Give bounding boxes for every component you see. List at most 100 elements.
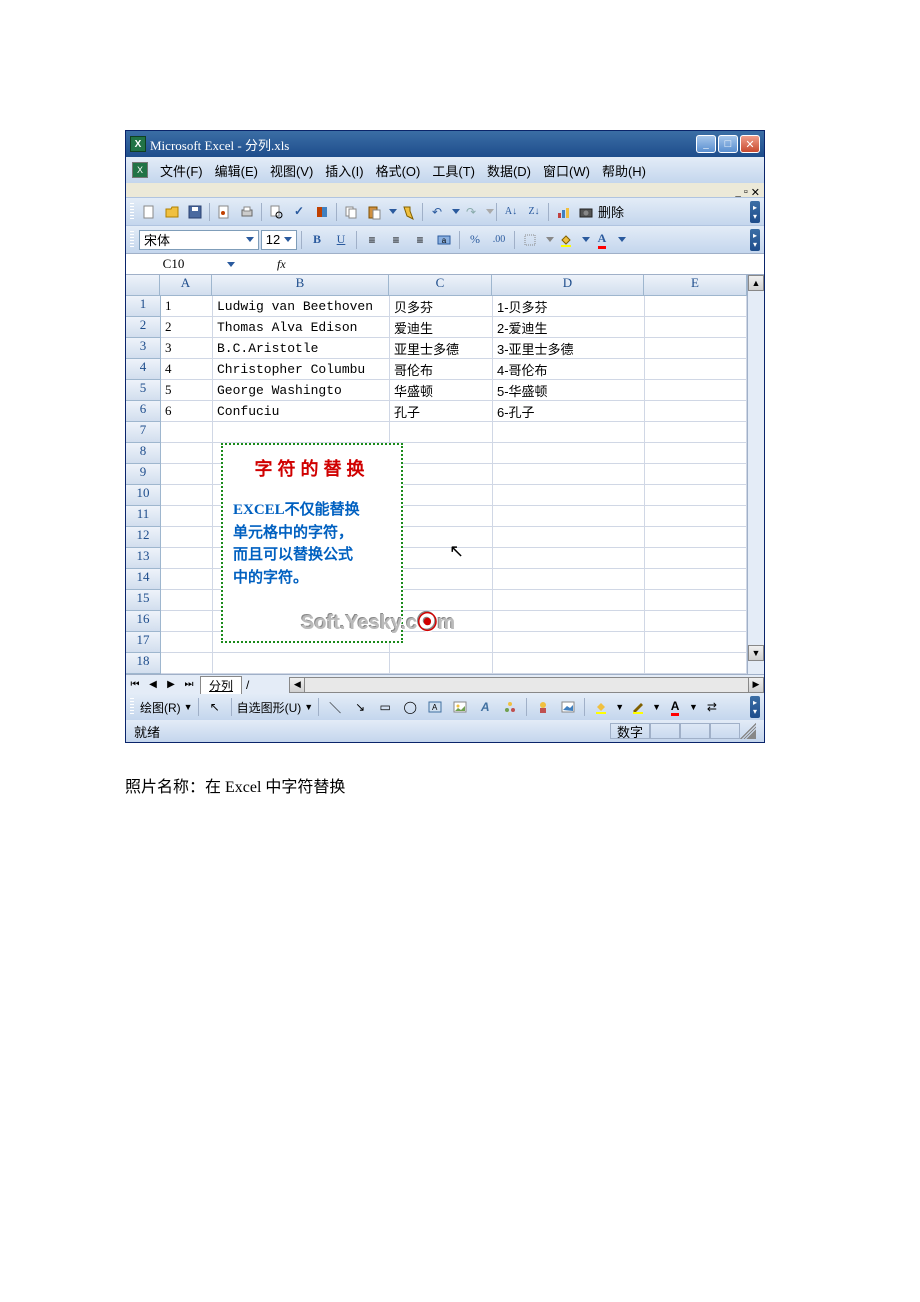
cell[interactable]: 5-华盛顿 <box>493 380 645 401</box>
cell[interactable] <box>493 527 645 548</box>
oval-icon[interactable]: ◯ <box>399 696 421 718</box>
row-header[interactable]: 8 <box>126 443 160 464</box>
font-color-dropdown-icon[interactable]: ▼ <box>689 702 698 712</box>
column-header-e[interactable]: E <box>644 275 747 296</box>
cell[interactable] <box>161 527 213 548</box>
column-header-d[interactable]: D <box>492 275 644 296</box>
cell[interactable] <box>390 506 493 527</box>
cell[interactable] <box>645 464 747 485</box>
fill-color-icon[interactable] <box>590 696 612 718</box>
cell[interactable] <box>161 653 213 674</box>
select-all-cell[interactable] <box>126 275 160 296</box>
sort-asc-icon[interactable]: A↓ <box>500 201 522 223</box>
prev-sheet-button[interactable]: ◀ <box>144 676 162 694</box>
cell[interactable] <box>645 653 747 674</box>
autoshapes-menu[interactable]: 自选图形(U) <box>237 699 302 716</box>
line-icon[interactable]: ＼ <box>324 696 346 718</box>
new-icon[interactable] <box>138 201 160 223</box>
redo-icon[interactable]: ↷ <box>460 201 482 223</box>
cell[interactable] <box>213 422 390 443</box>
chart-icon[interactable] <box>552 201 574 223</box>
align-right-icon[interactable]: ≡ <box>409 229 431 251</box>
arrows-style-icon[interactable]: ⇄ <box>701 696 723 718</box>
cell[interactable] <box>645 317 747 338</box>
row-header[interactable]: 10 <box>126 485 160 506</box>
cell[interactable] <box>493 590 645 611</box>
copy-icon[interactable] <box>340 201 362 223</box>
row-header[interactable]: 16 <box>126 611 160 632</box>
cell[interactable]: 华盛顿 <box>390 380 493 401</box>
cell[interactable] <box>645 485 747 506</box>
redo-dropdown-icon[interactable] <box>483 201 493 223</box>
next-sheet-button[interactable]: ▶ <box>162 676 180 694</box>
minimize-button[interactable]: _ <box>696 135 716 153</box>
open-icon[interactable] <box>161 201 183 223</box>
menu-edit[interactable]: 编辑(E) <box>209 159 264 182</box>
rectangle-icon[interactable]: ▭ <box>374 696 396 718</box>
scroll-left-button[interactable]: ◀ <box>289 677 305 693</box>
menu-insert[interactable]: 插入(I) <box>319 159 369 182</box>
line-color-dropdown-icon[interactable]: ▼ <box>652 702 661 712</box>
scroll-up-button[interactable]: ▲ <box>748 275 764 291</box>
cell[interactable] <box>161 422 213 443</box>
font-name-select[interactable]: 宋体 <box>139 230 259 250</box>
cell[interactable]: Thomas Alva Edison <box>213 317 390 338</box>
menu-format[interactable]: 格式(O) <box>370 159 427 182</box>
cell[interactable]: 6-孔子 <box>493 401 645 422</box>
cell[interactable]: 5 <box>161 380 213 401</box>
cell[interactable] <box>645 401 747 422</box>
cell[interactable] <box>493 464 645 485</box>
cell[interactable]: 4 <box>161 359 213 380</box>
cell[interactable]: 4-哥伦布 <box>493 359 645 380</box>
diagram-icon[interactable] <box>499 696 521 718</box>
row-header[interactable]: 12 <box>126 527 160 548</box>
sort-desc-icon[interactable]: Z↓ <box>523 201 545 223</box>
fx-label[interactable]: fx <box>277 257 286 272</box>
row-header[interactable]: 13 <box>126 548 160 569</box>
cell[interactable] <box>645 632 747 653</box>
last-sheet-button[interactable]: ⏭ <box>180 676 198 694</box>
cell[interactable] <box>390 422 493 443</box>
workbook-icon[interactable]: X <box>132 162 148 178</box>
toolbar-options-icon[interactable]: ▸▾ <box>750 201 760 223</box>
cell[interactable] <box>645 569 747 590</box>
arrow-icon[interactable]: ↘ <box>349 696 371 718</box>
cell[interactable] <box>645 506 747 527</box>
cell[interactable] <box>161 632 213 653</box>
cell[interactable] <box>161 611 213 632</box>
cell[interactable]: 哥伦布 <box>390 359 493 380</box>
name-box[interactable]: C10 <box>126 256 221 272</box>
line-color-icon[interactable] <box>627 696 649 718</box>
percent-icon[interactable]: % <box>464 229 486 251</box>
cell[interactable] <box>493 632 645 653</box>
doc-minimize-button[interactable]: _ <box>735 186 741 199</box>
cell[interactable] <box>493 422 645 443</box>
undo-icon[interactable]: ↶ <box>426 201 448 223</box>
cell[interactable] <box>493 506 645 527</box>
draw-menu[interactable]: 绘图(R) <box>140 699 181 716</box>
clip-art-icon[interactable] <box>532 696 554 718</box>
cell[interactable] <box>161 485 213 506</box>
picture-icon[interactable] <box>557 696 579 718</box>
underline-button[interactable]: U <box>330 229 352 251</box>
select-objects-icon[interactable]: ↖ <box>204 696 226 718</box>
toolbar-handle[interactable] <box>130 231 134 249</box>
horizontal-scrollbar[interactable]: ◀ ▶ <box>289 677 764 693</box>
cell[interactable] <box>390 653 493 674</box>
menu-data[interactable]: 数据(D) <box>481 159 537 182</box>
cell[interactable] <box>645 527 747 548</box>
cell[interactable] <box>493 548 645 569</box>
cell[interactable] <box>161 464 213 485</box>
save-icon[interactable] <box>184 201 206 223</box>
print-icon[interactable] <box>236 201 258 223</box>
cell[interactable] <box>390 443 493 464</box>
cell[interactable] <box>161 506 213 527</box>
font-color-icon[interactable]: A <box>664 696 686 718</box>
fill-dropdown-icon[interactable]: ▼ <box>615 702 624 712</box>
cell[interactable] <box>493 653 645 674</box>
cell[interactable] <box>161 590 213 611</box>
resize-grip-icon[interactable] <box>740 723 756 739</box>
borders-dropdown-icon[interactable] <box>543 229 553 251</box>
grid[interactable]: 1Ludwig van Beethoven贝多芬1-贝多芬2Thomas Alv… <box>161 296 747 674</box>
menu-tools[interactable]: 工具(T) <box>426 159 481 182</box>
